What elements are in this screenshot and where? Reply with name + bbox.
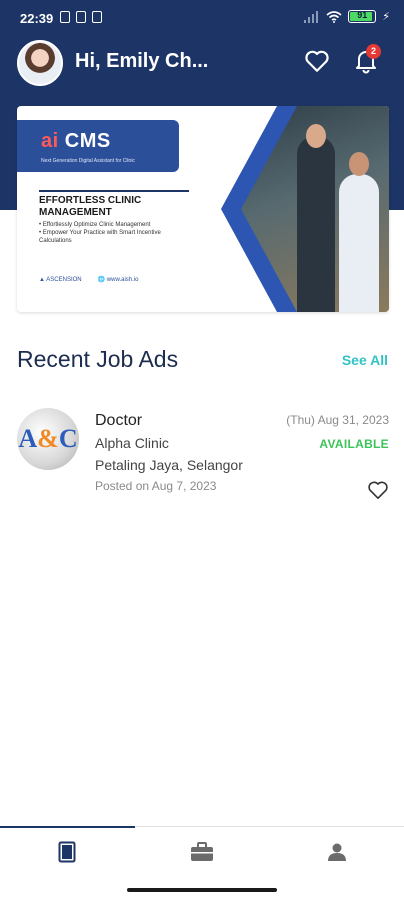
- status-bar: 22:39 91 ⚡: [0, 0, 404, 38]
- banner-title: EFFORTLESS CLINIC MANAGEMENT: [39, 190, 189, 219]
- banner-bullets: • Effortlessly Optimize Clinic Managemen…: [39, 221, 189, 245]
- job-location: Petaling Jaya, Selangor: [95, 457, 243, 473]
- job-posted-date: Posted on Aug 7, 2023: [95, 479, 217, 493]
- banner-person-head: [349, 152, 369, 176]
- job-card[interactable]: A & C Doctor Alpha Clinic Petaling Jaya, S…: [17, 404, 389, 504]
- signal-icon: [304, 10, 319, 23]
- briefcase-icon: [191, 841, 213, 861]
- job-favorite-button[interactable]: [367, 480, 389, 502]
- banner-tagline: Next Generation Digital Assistant for Cl…: [41, 158, 135, 164]
- banner-url: 🌐 www.aish.io: [97, 277, 139, 283]
- bottom-navigation: [0, 826, 404, 876]
- banner-bullet: • Effortlessly Optimize Clinic Managemen…: [39, 222, 151, 228]
- app-notification-icon: [60, 11, 70, 23]
- notification-badge: 2: [366, 44, 381, 59]
- battery-icon: 91: [348, 10, 377, 23]
- greeting-text: Hi, Emily Ch...: [75, 50, 209, 72]
- banner-bullet: • Empower Your Practice with Smart Incen…: [39, 230, 161, 244]
- notifications-button[interactable]: 2: [351, 44, 381, 76]
- home-indicator: [127, 888, 277, 892]
- banner-footer: ▲ ASCENSION 🌐 www.aish.io: [39, 276, 139, 284]
- banner-person-businessman: [297, 136, 335, 312]
- favorites-button[interactable]: [302, 46, 332, 76]
- heart-icon: [305, 50, 329, 72]
- status-system-icons: 91 ⚡: [304, 10, 390, 23]
- status-notification-icons: [60, 11, 102, 23]
- promo-banner[interactable]: ai CMS Next Generation Digital Assistant…: [17, 106, 389, 312]
- status-time: 22:39: [20, 11, 54, 26]
- job-title: Doctor: [95, 412, 143, 429]
- wifi-icon: [326, 10, 342, 23]
- shield-icon: [76, 11, 86, 23]
- see-all-link[interactable]: See All: [342, 352, 388, 368]
- battery-level: 91: [357, 10, 368, 20]
- job-date: (Thu) Aug 31, 2023: [286, 413, 389, 427]
- heart-icon: [368, 481, 388, 499]
- tab-jobs[interactable]: [135, 827, 270, 876]
- tab-home[interactable]: [0, 826, 135, 876]
- banner-person-head: [306, 124, 326, 148]
- shield-icon: [92, 11, 102, 23]
- profile-icon: [327, 843, 346, 861]
- job-company: Alpha Clinic: [95, 435, 169, 451]
- banner-brand: ▲ ASCENSION: [39, 276, 82, 283]
- banner-logo: ai CMS: [41, 130, 111, 152]
- book-icon: [58, 841, 76, 862]
- company-logo: A & C: [17, 408, 79, 470]
- charging-icon: ⚡: [382, 11, 390, 23]
- banner-person-doctor: [339, 174, 379, 312]
- job-status-badge: AVAILABLE: [319, 437, 389, 451]
- tab-profile[interactable]: [269, 827, 404, 876]
- user-avatar[interactable]: [17, 40, 63, 86]
- banner-logo-box: ai CMS Next Generation Digital Assistant…: [17, 120, 179, 172]
- section-title: Recent Job Ads: [17, 346, 179, 372]
